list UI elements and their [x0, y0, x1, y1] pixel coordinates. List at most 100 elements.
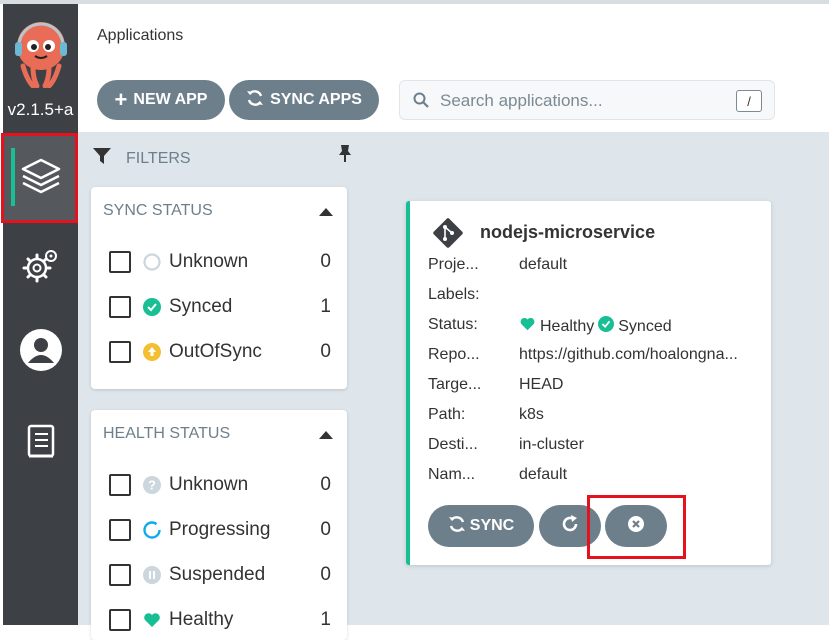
checkbox[interactable] — [109, 341, 131, 363]
health-status-panel: HEALTH STATUS ? Unknown 0 Progressing 0 … — [91, 410, 347, 640]
search-icon — [413, 92, 429, 113]
svg-text:?: ? — [148, 478, 156, 493]
app-status-row: Status: Healthy Synced — [428, 316, 758, 337]
filter-count: 0 — [320, 474, 331, 495]
close-circle-icon — [627, 515, 645, 538]
page-title: Applications — [97, 27, 184, 44]
row-key: Proje... — [428, 256, 479, 273]
sync-apps-button[interactable]: SYNC APPS — [229, 80, 379, 120]
row-key: Status: — [428, 316, 478, 333]
collapse-caret-icon[interactable] — [319, 208, 333, 216]
sidebar: v2.1.5+a — [3, 4, 78, 625]
checkbox[interactable] — [109, 519, 131, 541]
active-indicator — [11, 148, 15, 206]
nav-user-info[interactable] — [3, 310, 78, 394]
sync-status-panel: SYNC STATUS Unknown 0 Synced 1 OutOfSync… — [91, 187, 347, 389]
sync-button[interactable]: SYNC — [428, 505, 534, 547]
filter-count: 0 — [320, 564, 331, 585]
filter-label: Unknown — [169, 474, 249, 495]
row-value — [519, 286, 758, 304]
sync-apps-label: SYNC APPS — [270, 91, 362, 108]
main-content: FILTERS SYNC STATUS Unknown 0 Synced 1 O… — [78, 132, 829, 640]
checkbox[interactable] — [109, 474, 131, 496]
filters-header: FILTERS — [92, 146, 191, 171]
delete-button[interactable] — [605, 505, 667, 547]
new-app-label: NEW APP — [133, 91, 208, 108]
row-value: default — [519, 256, 568, 273]
checkbox[interactable] — [109, 564, 131, 586]
row-value: k8s — [519, 406, 544, 423]
filter-count: 0 — [320, 341, 331, 362]
sync-icon — [448, 515, 466, 538]
filter-label: Synced — [169, 296, 233, 317]
filter-count: 0 — [320, 251, 331, 272]
filter-count: 1 — [320, 609, 331, 630]
row-value: https://github.com/hoalongna... — [519, 346, 738, 363]
row-key: Labels: — [428, 286, 480, 303]
filter-label: Healthy — [169, 609, 234, 630]
row-value: HEAD — [519, 376, 564, 393]
refresh-icon — [560, 514, 580, 539]
row-value: default — [519, 466, 568, 483]
unknown-circle-icon — [143, 253, 161, 271]
nav-settings[interactable] — [3, 226, 78, 310]
arrow-up-circle-icon — [143, 343, 161, 361]
check-circle-icon — [143, 298, 161, 316]
user-icon — [19, 328, 63, 377]
new-app-button[interactable]: + NEW APP — [97, 80, 225, 120]
filter-count: 0 — [320, 519, 331, 540]
nav-applications[interactable] — [3, 136, 78, 220]
filter-sync-synced[interactable]: Synced 1 — [109, 293, 331, 321]
collapse-caret-icon[interactable] — [319, 431, 333, 439]
filter-health-progressing[interactable]: Progressing 0 — [109, 516, 331, 544]
heart-icon — [143, 611, 161, 629]
application-card[interactable]: nodejs-microservice Proje... default Lab… — [406, 201, 771, 565]
filter-health-unknown[interactable]: ? Unknown 0 — [109, 471, 331, 499]
git-icon — [432, 217, 464, 254]
app-repo-row: Repo... https://github.com/hoalongna... — [428, 346, 758, 364]
status-values: Healthy Synced — [519, 316, 758, 337]
sync-button-label: SYNC — [469, 517, 515, 534]
heart-icon — [519, 316, 536, 337]
row-key: Nam... — [428, 466, 476, 483]
app-name[interactable]: nodejs-microservice — [480, 222, 655, 243]
filter-health-suspended[interactable]: Suspended 0 — [109, 561, 331, 589]
app-destination-row: Desti... in-cluster — [428, 436, 758, 454]
checkbox[interactable] — [109, 251, 131, 273]
plus-icon: + — [114, 87, 128, 112]
filter-sync-unknown[interactable]: Unknown 0 — [109, 248, 331, 276]
filter-label: Progressing — [169, 519, 271, 540]
question-circle-icon: ? — [143, 476, 161, 494]
argo-logo-icon[interactable] — [13, 18, 69, 89]
row-key: Targe... — [428, 376, 482, 393]
app-namespace-row: Nam... default — [428, 466, 758, 484]
layers-icon — [20, 156, 62, 201]
health-status-title: HEALTH STATUS — [103, 425, 231, 442]
search-input[interactable] — [438, 87, 732, 115]
health-status-text: Healthy — [540, 317, 595, 335]
filter-label: Unknown — [169, 251, 249, 272]
docs-icon — [26, 424, 56, 465]
app-path-row: Path: k8s — [428, 406, 758, 424]
header: Applications + NEW APP SYNC APPS / — [78, 4, 829, 132]
filter-label: Suspended — [169, 564, 266, 585]
row-key: Repo... — [428, 346, 480, 363]
sync-icon — [246, 89, 264, 112]
app-target-row: Targe... HEAD — [428, 376, 758, 394]
checkbox[interactable] — [109, 296, 131, 318]
checkbox[interactable] — [109, 609, 131, 631]
progress-ring-icon — [143, 521, 161, 539]
row-key: Path: — [428, 406, 466, 423]
filter-count: 1 — [320, 296, 331, 317]
sync-status-title: SYNC STATUS — [103, 202, 213, 219]
search-box[interactable]: / — [399, 80, 775, 120]
pin-icon[interactable] — [337, 144, 353, 169]
search-shortcut-hint: / — [736, 90, 762, 112]
filter-sync-outofsync[interactable]: OutOfSync 0 — [109, 338, 331, 366]
version-label: v2.1.5+a — [7, 100, 74, 119]
nav-documentation[interactable] — [3, 402, 78, 486]
refresh-button[interactable] — [539, 505, 601, 547]
app-project-row: Proje... default — [428, 256, 758, 274]
filter-health-healthy[interactable]: Healthy 1 — [109, 606, 331, 634]
check-circle-icon — [598, 316, 615, 337]
